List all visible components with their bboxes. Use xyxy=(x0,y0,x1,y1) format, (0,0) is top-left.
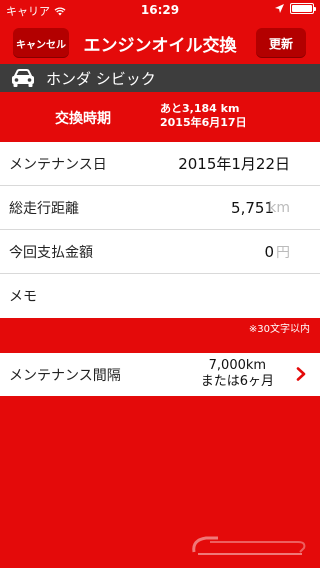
nav-bar: キャンセル エンジンオイル交換 更新 xyxy=(0,20,320,64)
interval-period: または6ヶ月 xyxy=(200,374,274,389)
response-logo-icon xyxy=(192,536,306,555)
interval-distance: 7,000km xyxy=(208,358,267,373)
payment-input[interactable]: 0 xyxy=(264,243,274,261)
status-right xyxy=(275,3,316,14)
maintenance-interval-label: メンテナンス間隔 xyxy=(9,367,121,384)
car-header: ホンダ シビック xyxy=(0,64,320,92)
replacement-date: 2015年6月17日 xyxy=(160,116,247,129)
status-time: 16:29 xyxy=(140,3,180,17)
maintenance-date-value[interactable]: 2015年1月22日 xyxy=(178,153,290,174)
status-bar: キャリア 16:29 xyxy=(0,0,320,20)
payment-label: 今回支払金額 xyxy=(9,244,93,261)
mileage-label: 総走行距離 xyxy=(9,200,79,217)
chevron-right-icon[interactable] xyxy=(296,367,306,381)
maintenance-date-row[interactable]: メンテナンス日 2015年1月22日 xyxy=(0,142,320,186)
maintenance-interval-values: 7,000km または6ヶ月 xyxy=(201,358,274,390)
maintenance-date-label: メンテナンス日 xyxy=(9,156,107,173)
update-button[interactable]: 更新 xyxy=(256,28,306,58)
replacement-timing-label: 交換時期 xyxy=(55,111,111,127)
memo-limit-note: ※30文字以内 xyxy=(248,324,310,335)
battery-icon xyxy=(290,3,316,14)
replacement-timing-values: あと3,184 km 2015年6月17日 xyxy=(160,102,247,130)
remaining-distance: あと3,184 km xyxy=(160,102,240,115)
car-name: ホンダ シビック xyxy=(46,69,156,88)
maintenance-interval-row[interactable]: メンテナンス間隔 7,000km または6ヶ月 xyxy=(0,353,320,396)
mileage-row[interactable]: 総走行距離 5,751 km xyxy=(0,186,320,230)
memo-label: メモ xyxy=(9,289,37,305)
mileage-unit: km xyxy=(268,199,290,216)
payment-row[interactable]: 今回支払金額 0 円 xyxy=(0,230,320,274)
payment-unit: 円 xyxy=(276,244,290,261)
location-arrow-icon xyxy=(275,4,284,13)
car-icon xyxy=(12,69,34,87)
replacement-timing-band: 交換時期 あと3,184 km 2015年6月17日 xyxy=(0,92,320,142)
memo-row[interactable]: メモ xyxy=(0,274,320,318)
maintenance-form: メンテナンス日 2015年1月22日 総走行距離 5,751 km 今回支払金額… xyxy=(0,142,320,318)
